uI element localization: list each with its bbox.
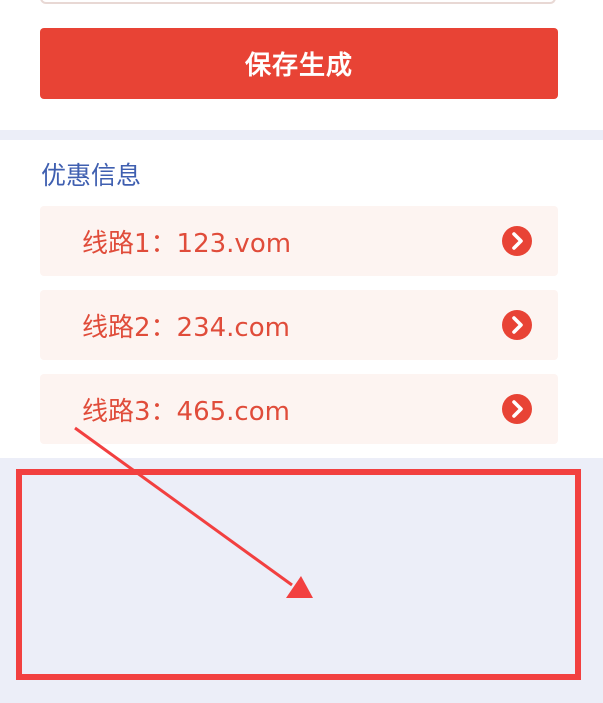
route-label: 线路2：234.com — [82, 312, 290, 343]
highlight-box — [16, 469, 581, 680]
chevron-right-circle-icon — [502, 394, 532, 424]
route-item-1[interactable]: 线路1：123.vom — [40, 206, 558, 276]
form-panel: 保存生成 — [0, 0, 603, 130]
route-item-3[interactable]: 线路3：465.com — [40, 374, 558, 444]
route-item-2[interactable]: 线路2：234.com — [40, 290, 558, 360]
text-input[interactable] — [40, 0, 556, 4]
chevron-right-circle-icon — [502, 226, 532, 256]
promo-title: 优惠信息 — [41, 161, 142, 190]
annotation-arrowhead — [286, 576, 313, 598]
promo-panel: 优惠信息 线路1：123.vom 线路2：234.com 线路3：465.com — [0, 140, 603, 458]
route-label: 线路3：465.com — [82, 396, 290, 427]
chevron-right-circle-icon — [502, 310, 532, 340]
save-generate-button[interactable]: 保存生成 — [40, 28, 558, 99]
route-label: 线路1：123.vom — [82, 228, 292, 259]
